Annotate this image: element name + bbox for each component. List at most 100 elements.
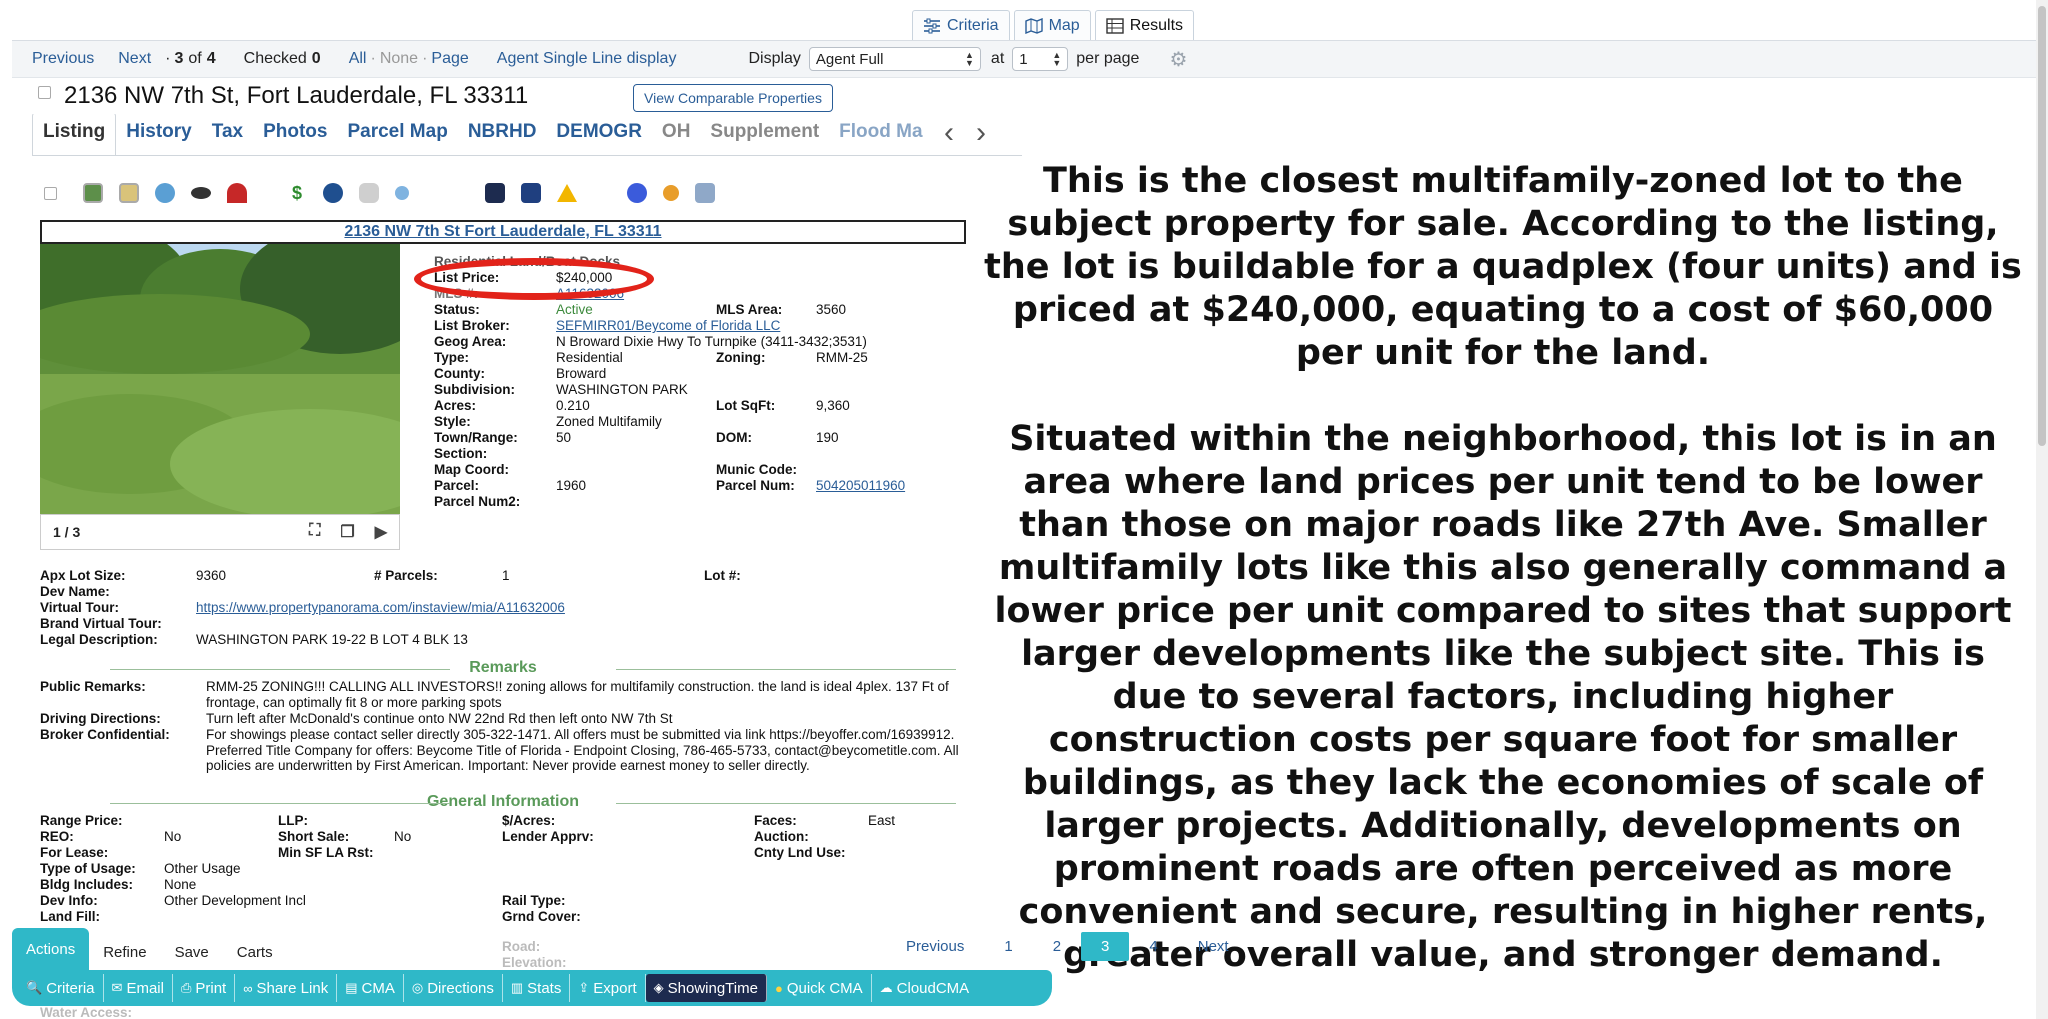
tab-tax[interactable]: Tax [202,121,253,155]
tab-carts[interactable]: Carts [222,934,287,970]
tab-map[interactable]: Map [1013,10,1091,40]
dev-info-value: Other Development Incl [164,893,306,908]
check-none-link[interactable]: None [380,50,418,68]
print-button[interactable]: ⎙ Print [173,974,236,1002]
check-page-link[interactable]: Page [431,50,468,68]
tab-criteria-label: Criteria [947,16,999,34]
single-line-display-link[interactable]: Agent Single Line display [497,50,677,68]
next-link[interactable]: Next [118,50,151,68]
export-icon: ⇪ [578,980,590,995]
building-icon[interactable] [695,183,715,203]
display-select-value: Agent Full [815,50,884,68]
virtual-tour-label: Virtual Tour: [40,600,120,615]
listing-photo[interactable] [40,244,400,514]
satellite-icon[interactable] [395,186,409,200]
tab-results[interactable]: Results [1094,10,1195,40]
pager-next[interactable]: Next [1178,932,1249,961]
tab-nbrhd[interactable]: NBRHD [458,121,547,155]
driving-directions-label: Driving Directions: [40,711,161,726]
gear-icon[interactable]: ⚙ [1169,47,1187,72]
fullscreen-icon[interactable]: ⛶ [309,522,320,542]
tour-icon[interactable] [191,187,211,199]
showingtime-button[interactable]: ◈ ShowingTime [645,974,767,1002]
type-of-usage-value: Other Usage [164,861,241,876]
warning-icon[interactable] [557,184,577,202]
general-info-heading: General Information [40,793,966,813]
handshake-icon[interactable] [359,183,379,203]
horseshoe-icon[interactable] [227,183,247,203]
legal-description-label: Legal Description: [40,632,158,647]
tab-listing[interactable]: Listing [32,114,117,155]
tab-refine[interactable]: Refine [89,934,161,970]
tab-parcel-map[interactable]: Parcel Map [337,121,457,155]
bldg-includes-label: Bldg Includes: [40,877,134,892]
cloud-icon: ☁ [879,980,893,995]
flower-icon[interactable] [663,185,679,201]
parcel-num-link[interactable]: 504205011960 [816,478,905,493]
page-scrollbar[interactable] [2036,0,2048,1019]
cloudcma-button-label: CloudCMA [896,979,970,997]
search-icon: 🔍 [26,980,43,995]
table-icon [1105,17,1124,34]
parcel-num2-label: Parcel Num2: [434,494,521,509]
pager-page-3-current[interactable]: 3 [1081,932,1130,961]
toolbar-checkbox[interactable] [44,186,57,200]
tab-flood-map[interactable]: Flood Ma [829,121,932,155]
home-alert-icon[interactable] [627,183,647,203]
listing-checkbox[interactable] [38,86,51,99]
separator-dot: · [370,50,376,67]
reo-label: REO: [40,829,74,844]
per-page-select[interactable]: 1 ▲ ▼ [1012,47,1069,71]
pager-page-4[interactable]: 4 [1129,932,1177,961]
section-label: Section: [434,446,488,461]
stats-button[interactable]: ▥ Stats [503,974,571,1002]
email-button[interactable]: ✉ Email [104,974,173,1002]
info-globe-icon[interactable] [323,183,343,203]
link-icon: ∞ [243,980,253,996]
list-broker-link[interactable]: SEFMIRR01/Beycome of Florida LLC [556,318,780,333]
type-label: Type: [434,350,470,365]
view-comparable-button[interactable]: View Comparable Properties [633,84,833,112]
tab-photos[interactable]: Photos [253,121,337,155]
county-label: County: [434,366,485,381]
map-thumbnail-icon[interactable] [119,183,139,203]
subdivision-label: Subdivision: [434,382,515,397]
dom-value: 190 [816,430,839,445]
scrollbar-thumb[interactable] [2038,6,2046,446]
price-per-acre-label: $/Acres: [502,813,556,828]
rail-type-label: Rail Type: [502,893,566,908]
tab-supplement[interactable]: Supplement [700,121,829,155]
commentary-paragraph: This is the closest multifamily-zoned lo… [984,161,2022,373]
cma-button[interactable]: ▤ CMA [337,974,404,1002]
tab-criteria[interactable]: Criteria [912,10,1010,40]
munic-code-label: Munic Code: [716,462,797,477]
chevron-left-icon[interactable]: ‹ [944,118,954,148]
chevron-right-icon[interactable]: › [976,118,986,148]
share-link-button[interactable]: ∞ Share Link [235,974,338,1002]
listing-header-link[interactable]: 2136 NW 7th St Fort Lauderdale, FL 33311 [40,220,966,244]
tab-save[interactable]: Save [160,934,223,970]
gear-badge-icon[interactable] [155,183,175,203]
showingtime-icon[interactable] [485,183,505,203]
display-select[interactable]: Agent Full ▲ ▼ [808,47,981,71]
email-icon: ✉ [111,980,123,995]
tab-demogr[interactable]: DEMOGR [546,121,652,155]
criteria-button[interactable]: 🔍 Criteria [18,974,104,1002]
quick-cma-button[interactable]: ● Quick CMA [767,974,872,1002]
house-icon[interactable] [521,183,541,203]
tab-history[interactable]: History [116,121,201,155]
check-all-link[interactable]: All [349,50,367,68]
parcels-value: 1 [502,568,510,583]
appraisal-commentary: This is the closest multifamily-zoned lo… [984,160,2022,1019]
directions-button[interactable]: ◎ Directions [404,974,503,1002]
photo-icon[interactable] [83,183,103,203]
play-icon[interactable]: ▶ [375,522,387,542]
cloudcma-button[interactable]: ☁ CloudCMA [872,974,978,1002]
previous-link[interactable]: Previous [32,50,94,68]
tab-actions[interactable]: Actions [12,928,90,970]
virtual-tour-link[interactable]: https://www.propertypanorama.com/instavi… [196,600,565,615]
dollar-icon[interactable]: $ [287,183,307,203]
gallery-icon[interactable]: ❐ [340,522,354,542]
export-button[interactable]: ⇪ Export [570,974,646,1002]
tab-oh[interactable]: OH [652,121,701,155]
